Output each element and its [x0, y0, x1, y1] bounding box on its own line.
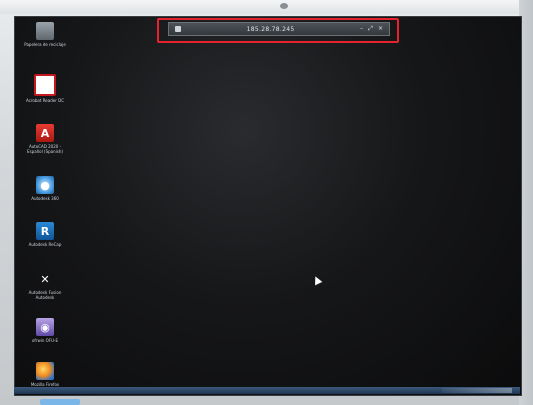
- autodesk-360-icon: ●: [36, 176, 54, 194]
- webcam-icon: [280, 3, 288, 9]
- desktop-screen[interactable]: [14, 16, 522, 396]
- desktop-icon-fusion[interactable]: ✕ Autodesk Fusion Autodesk: [22, 270, 68, 301]
- desktop-icon-label: AutoCAD 2020 - Español (Spanish): [27, 144, 63, 154]
- desktop-icon-acrobat-reader[interactable]: ⎔ Acrobat Reader DC: [22, 74, 68, 103]
- firefox-icon: [36, 362, 54, 380]
- desktop-icon-firefox[interactable]: Mozilla Firefox: [22, 362, 68, 387]
- acrobat-reader-icon: ⎔: [34, 74, 56, 96]
- desktop-icon-label: Autodesk 360: [31, 196, 59, 201]
- remote-connection-bar[interactable]: 185.28.78.245 – ⤢ ×: [168, 22, 390, 36]
- autocad-icon: A: [36, 124, 54, 142]
- desktop-icon-autodesk-recap[interactable]: R Autodesk ReCap: [22, 222, 68, 247]
- bezel-top: [0, 0, 533, 14]
- recycle-bin-icon: [36, 22, 54, 40]
- pin-icon[interactable]: [175, 26, 181, 32]
- taskbar[interactable]: [14, 387, 520, 394]
- fusion-icon: ✕: [40, 272, 50, 286]
- taskbar-tray[interactable]: [442, 388, 512, 393]
- desktop-icon-label: Autodesk Fusion Autodesk: [28, 290, 62, 300]
- desktop-icon-autodesk-360[interactable]: ● Autodesk 360: [22, 176, 68, 201]
- remote-connection-title: 185.28.78.245: [246, 25, 295, 33]
- desktop-icon-ofrwin[interactable]: ◉ ofrwin OFU-E: [22, 318, 68, 343]
- desktop-icon-recycle-bin[interactable]: Papelera de reciclaje: [22, 22, 68, 47]
- desktop-icon-label: ofrwin OFU-E: [31, 338, 59, 343]
- ofrwin-icon: ◉: [36, 318, 54, 336]
- close-icon[interactable]: ×: [378, 26, 383, 32]
- autodesk-recap-icon: R: [36, 222, 54, 240]
- start-button[interactable]: [40, 399, 80, 405]
- desktop-icon-autocad[interactable]: A AutoCAD 2020 - Español (Spanish): [22, 124, 68, 154]
- desktop-icon-label: Papelera de reciclaje: [24, 42, 66, 47]
- desktop-icon-label: Autodesk ReCap: [28, 242, 62, 247]
- minimize-icon[interactable]: –: [360, 26, 363, 32]
- desktop-icon-label: Acrobat Reader DC: [26, 98, 64, 103]
- restore-icon[interactable]: ⤢: [368, 26, 373, 32]
- remote-bar-controls: – ⤢ ×: [360, 26, 383, 32]
